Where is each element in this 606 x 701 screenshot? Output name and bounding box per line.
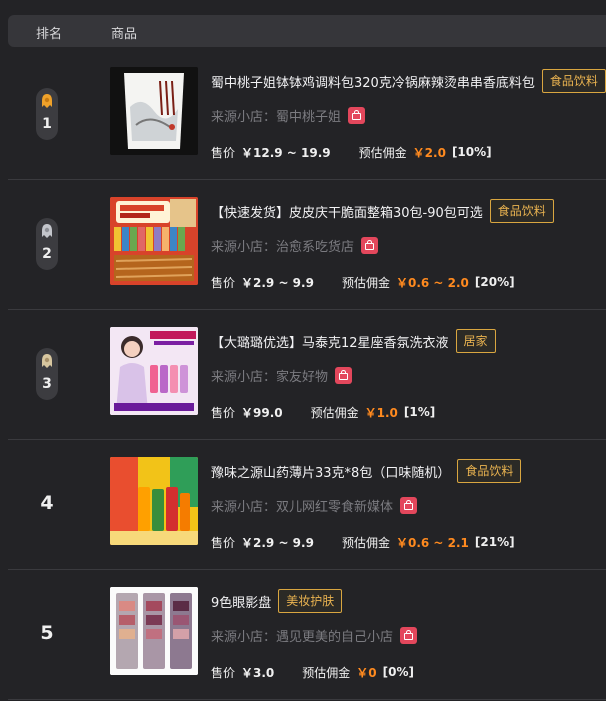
commission-rate: [20%] xyxy=(474,275,515,289)
category-tag: 食品饮料 xyxy=(541,69,606,93)
rank-badge: 1 xyxy=(36,88,58,140)
product-image[interactable] xyxy=(110,587,198,675)
commission-value: ￥0.6 ~ 2.0 xyxy=(395,275,469,290)
product-image[interactable] xyxy=(110,67,198,155)
price-value: ￥2.9 ~ 9.9 xyxy=(241,535,314,550)
product-column-header: 商品 xyxy=(111,27,138,42)
product-image[interactable] xyxy=(110,457,198,545)
commission-value: ￥0.6 ~ 2.1 xyxy=(395,535,469,550)
product-title[interactable]: 【大璐璐优选】马泰克12星座香氛洗衣液 xyxy=(211,332,449,351)
commission-value: ￥2.0 xyxy=(412,145,446,160)
rank-number: 2 xyxy=(42,246,52,262)
shop-name: 双儿网红零食新媒体 xyxy=(276,499,394,515)
table-row[interactable]: 1 蜀中桃子姐钵钵鸡调料包320克冷锅麻辣烫串串香底料包 食品饮料 来源小店： … xyxy=(8,50,606,180)
rank-number: 5 xyxy=(40,622,54,644)
rank-number: 1 xyxy=(42,116,52,132)
category-tag: 美妆护肤 xyxy=(278,589,343,613)
silver-medal-icon xyxy=(42,224,52,238)
product-title[interactable]: 9色眼影盘 xyxy=(211,592,271,611)
commission-rate: [0%] xyxy=(382,665,414,679)
shop-label: 来源小店： xyxy=(211,239,277,255)
rank-column-header: 排名 xyxy=(36,27,63,42)
commission-value: ￥0 xyxy=(356,665,377,680)
price-value: ￥99.0 xyxy=(241,405,283,420)
product-image[interactable] xyxy=(110,327,198,415)
shop-name: 家友好物 xyxy=(276,369,329,385)
shop-label: 来源小店： xyxy=(211,629,277,645)
product-title[interactable]: 豫味之源山药薄片33克*8包（口味随机） xyxy=(211,462,450,481)
commission-value: ￥1.0 xyxy=(364,405,398,420)
commission-rate: [21%] xyxy=(474,535,515,549)
shop-icon[interactable] xyxy=(335,366,353,384)
price-label: 售价 xyxy=(211,665,236,680)
commission-rate: [1%] xyxy=(403,405,436,419)
category-tag: 食品饮料 xyxy=(489,199,554,223)
product-image[interactable] xyxy=(110,197,198,285)
commission-label: 预估佣金 xyxy=(358,145,407,160)
rank-badge: 3 xyxy=(36,348,58,400)
shop-icon[interactable] xyxy=(361,236,379,254)
category-tag: 食品饮料 xyxy=(457,459,522,483)
shop-name: 遇见更美的自己小店 xyxy=(276,629,394,645)
shop-icon[interactable] xyxy=(348,106,366,124)
table-row[interactable]: 5 9色眼影盘 美妆护肤 来源小店： 遇见更美的自己小店 售价 ￥3.0 预估佣… xyxy=(8,570,606,700)
table-row[interactable]: 3 【大璐璐优选】马泰克12星座香氛洗衣液 居家 来源小店： 家友好物 售价 ￥… xyxy=(8,310,606,440)
shop-name: 蜀中桃子姐 xyxy=(276,109,342,125)
shop-icon[interactable] xyxy=(400,626,418,644)
shop-name: 治愈系吃货店 xyxy=(276,239,355,255)
bronze-medal-icon xyxy=(42,354,52,368)
price-label: 售价 xyxy=(211,535,236,550)
gold-medal-icon xyxy=(42,94,52,108)
price-label: 售价 xyxy=(211,405,236,420)
category-tag: 居家 xyxy=(455,329,496,353)
price-value: ￥3.0 xyxy=(241,665,275,680)
price-label: 售价 xyxy=(211,275,236,290)
rank-badge: 2 xyxy=(36,218,58,270)
shop-label: 来源小店： xyxy=(211,369,277,385)
table-row[interactable]: 2 【快速发货】皮皮庆干脆面整箱30包-90包可选 食品饮料 来源小店： 治愈系… xyxy=(8,180,606,310)
shop-label: 来源小店： xyxy=(211,109,277,125)
commission-label: 预估佣金 xyxy=(341,275,390,290)
product-title[interactable]: 蜀中桃子姐钵钵鸡调料包320克冷锅麻辣烫串串香底料包 xyxy=(211,72,535,91)
rank-number: 4 xyxy=(40,492,54,514)
product-title[interactable]: 【快速发货】皮皮庆干脆面整箱30包-90包可选 xyxy=(211,202,483,221)
commission-label: 预估佣金 xyxy=(302,665,351,680)
shop-icon[interactable] xyxy=(400,496,418,514)
table-header: 排名 商品 xyxy=(8,15,606,47)
price-label: 售价 xyxy=(211,145,236,160)
rank-number: 3 xyxy=(42,376,52,392)
commission-label: 预估佣金 xyxy=(310,405,359,420)
price-value: ￥12.9 ~ 19.9 xyxy=(241,145,331,160)
shop-label: 来源小店： xyxy=(211,499,277,515)
commission-label: 预估佣金 xyxy=(341,535,390,550)
commission-rate: [10%] xyxy=(451,145,492,159)
table-row[interactable]: 4 豫味之源山药薄片33克*8包（口味随机） 食品饮料 来源小店： 双儿网红零食… xyxy=(8,440,606,570)
price-value: ￥2.9 ~ 9.9 xyxy=(241,275,314,290)
